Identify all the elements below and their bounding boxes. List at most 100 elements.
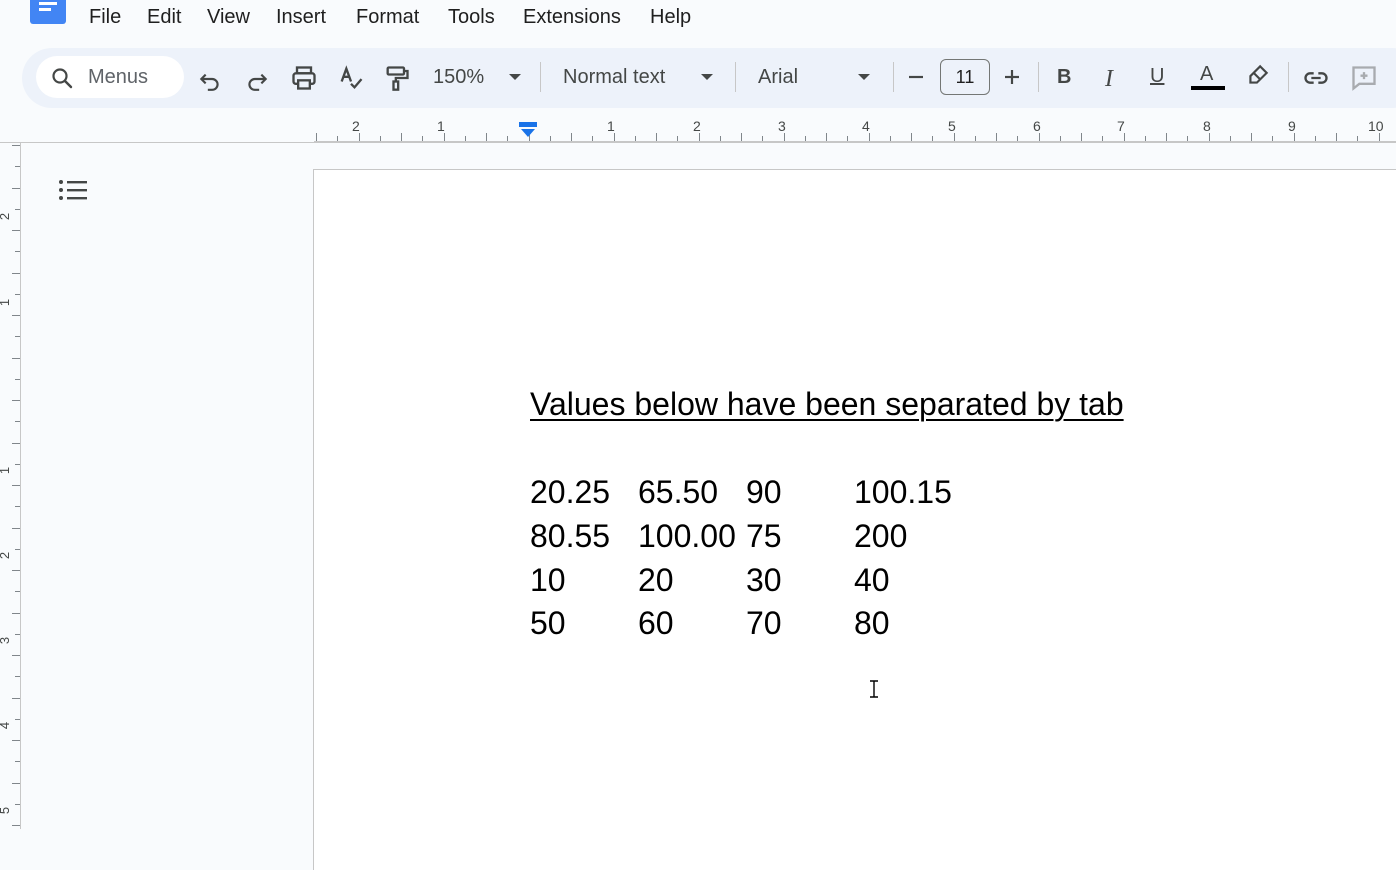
ruler-number: 4: [862, 118, 870, 134]
ruler-tick: [15, 548, 20, 550]
menu-insert[interactable]: Insert: [276, 6, 326, 29]
highlight-pen-icon[interactable]: [1245, 62, 1271, 88]
ruler-tick: [15, 506, 20, 508]
font-dropdown-icon[interactable]: [858, 74, 870, 80]
decrease-font-size-icon[interactable]: [905, 66, 927, 88]
menu-bar: File Edit View Insert Format Tools Exten…: [0, 0, 1396, 40]
ruler-number: 2: [0, 552, 12, 559]
menu-help[interactable]: Help: [650, 6, 691, 29]
increase-font-size-icon[interactable]: [1001, 66, 1023, 88]
redo-icon[interactable]: [244, 66, 270, 92]
table-cell: 60: [638, 605, 674, 641]
print-icon[interactable]: [290, 64, 318, 92]
ruler-tick: [15, 421, 20, 423]
paragraph-style-select[interactable]: Normal text: [563, 66, 665, 89]
ruler-tick: [889, 136, 891, 141]
ruler-tick: [741, 133, 742, 141]
ruler-tick: [1208, 133, 1210, 141]
ruler-number: 2: [352, 118, 360, 134]
table-cell: 100.15: [854, 474, 952, 510]
style-dropdown-icon[interactable]: [701, 74, 713, 80]
ruler-tick: [15, 208, 20, 210]
ruler-number: 1: [0, 467, 12, 474]
zoom-dropdown-icon[interactable]: [509, 74, 521, 80]
ruler-tick: [1081, 133, 1082, 141]
spellcheck-icon[interactable]: [337, 64, 365, 92]
ruler-tick: [12, 442, 20, 444]
ruler-tick: [401, 133, 402, 141]
table-cell: 75: [746, 518, 782, 554]
ruler-tick: [847, 136, 849, 141]
ruler-number: 4: [0, 722, 12, 729]
menu-tools[interactable]: Tools: [448, 6, 495, 29]
ruler-number: 3: [778, 118, 786, 134]
ruler-tick: [571, 133, 572, 141]
menu-edit[interactable]: Edit: [147, 6, 181, 29]
ruler-tick: [974, 136, 976, 141]
ruler-tick: [1038, 133, 1040, 141]
indent-marker-icon[interactable]: [518, 122, 538, 138]
menu-file[interactable]: File: [89, 6, 121, 29]
insert-link-icon[interactable]: [1302, 64, 1330, 92]
ruler-tick: [12, 570, 20, 571]
ruler-tick: [486, 133, 487, 141]
ruler-tick: [15, 718, 20, 720]
text-cursor-icon: [870, 680, 878, 698]
ruler-tick: [358, 133, 360, 141]
menu-format[interactable]: Format: [356, 6, 419, 29]
ruler-tick: [1229, 136, 1231, 141]
ruler-tick: [868, 133, 870, 141]
ruler-number: 1: [437, 118, 445, 134]
text-color-button[interactable]: A: [1191, 60, 1225, 94]
search-icon: [52, 68, 73, 89]
ruler-tick: [932, 136, 934, 141]
menu-extensions[interactable]: Extensions: [523, 6, 621, 29]
document-heading: Values below have been separated by tab: [530, 386, 1124, 422]
table-cell: 80: [854, 605, 890, 641]
ruler-tick: [1017, 136, 1019, 141]
ruler-tick: [15, 378, 20, 380]
zoom-select[interactable]: 150%: [433, 66, 484, 89]
ruler-tick: [316, 133, 317, 141]
ruler-tick: [677, 136, 679, 141]
underline-button[interactable]: U: [1150, 65, 1164, 88]
ruler-number: 2: [693, 118, 701, 134]
ruler-tick: [15, 251, 20, 253]
menus-search-box[interactable]: Menus: [36, 56, 184, 98]
ruler-tick: [15, 336, 20, 338]
ruler-number: 1: [607, 118, 615, 134]
toolbar-divider: [540, 62, 541, 92]
ruler-number: 1: [0, 299, 12, 306]
vertical-ruler[interactable]: 2 1 1 2 3 4 5: [0, 143, 22, 829]
docs-logo-icon[interactable]: [30, 0, 66, 24]
ruler-number: 3: [0, 637, 12, 644]
table-cell: 200: [854, 518, 908, 554]
ruler-tick: [826, 133, 827, 141]
ruler-tick: [762, 136, 764, 141]
ruler-tick: [12, 527, 20, 529]
table-cell: 65.50: [638, 474, 719, 510]
ruler-tick: [12, 697, 20, 699]
ruler-tick: [12, 145, 20, 146]
ruler-tick: [15, 463, 20, 465]
horizontal-ruler[interactable]: 2 1 1 2 3 4 5 6 7 8 9 10: [314, 114, 1396, 142]
undo-icon[interactable]: [197, 66, 223, 92]
ruler-tick: [337, 136, 339, 141]
paint-format-icon[interactable]: [383, 64, 411, 92]
ruler-tick: [996, 133, 997, 141]
font-size-input[interactable]: 11: [940, 59, 990, 95]
ruler-number: 7: [1117, 118, 1125, 134]
document-outline-icon[interactable]: [58, 178, 88, 206]
ruler-tick: [592, 136, 594, 141]
table-cell: 80.55: [530, 518, 611, 554]
ruler-tick: [12, 272, 20, 274]
table-cell: 40: [854, 562, 890, 598]
table-cell: 20: [638, 562, 674, 598]
menu-view[interactable]: View: [207, 6, 250, 29]
ruler-tick: [12, 612, 20, 614]
ruler-tick: [783, 133, 785, 141]
bold-button[interactable]: B: [1057, 66, 1071, 89]
italic-button[interactable]: I: [1105, 66, 1113, 93]
add-comment-icon[interactable]: [1350, 64, 1378, 92]
font-select[interactable]: Arial: [758, 66, 798, 89]
